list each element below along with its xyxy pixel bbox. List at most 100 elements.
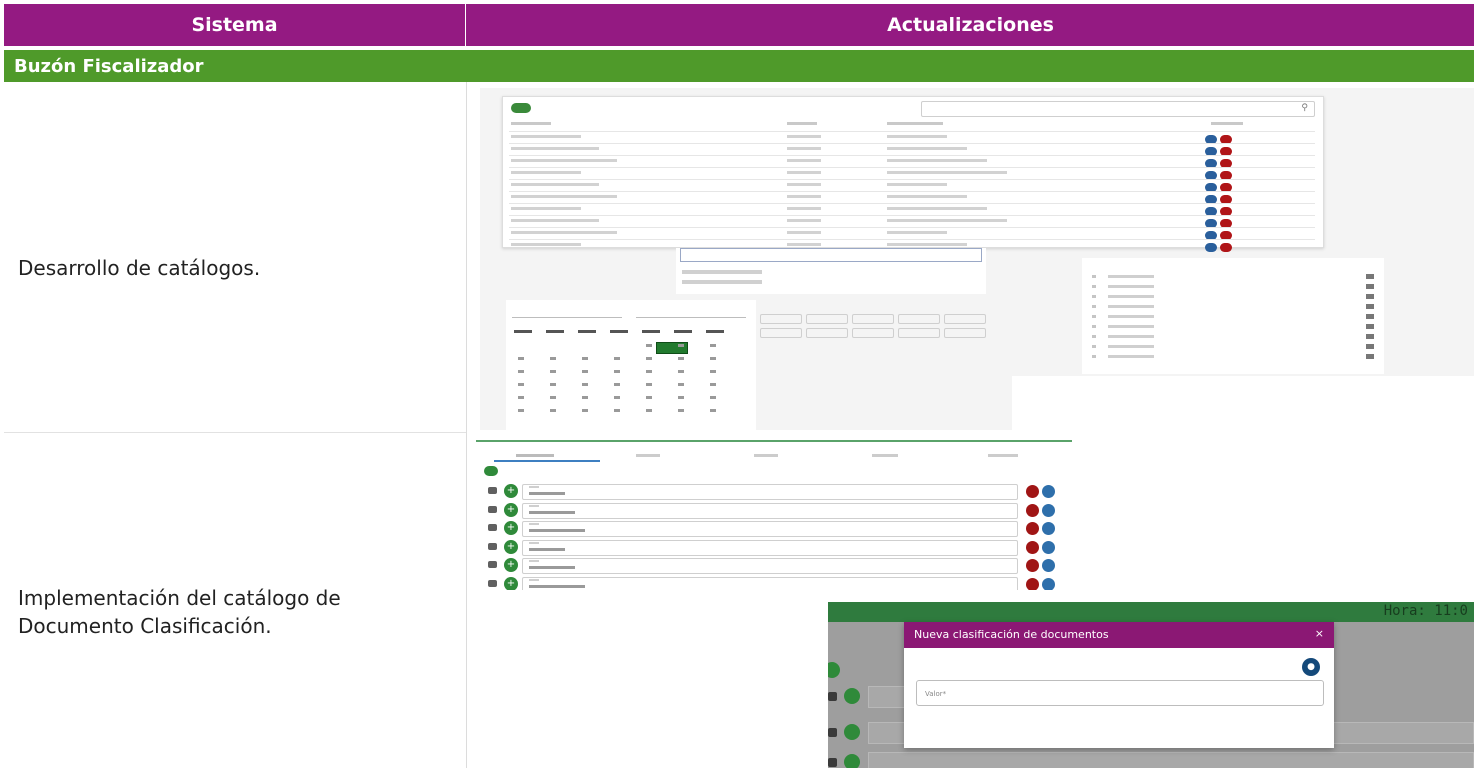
calendar-day[interactable]	[678, 383, 684, 386]
classification-field[interactable]	[522, 484, 1018, 500]
calendar-day[interactable]	[710, 396, 716, 399]
plus-icon[interactable]: +	[504, 502, 518, 517]
calendar-day[interactable]	[614, 396, 620, 399]
close-icon[interactable]	[1042, 485, 1055, 498]
plus-icon[interactable]: +	[504, 521, 518, 535]
calendar-day[interactable]	[614, 409, 620, 412]
classification-field[interactable]	[522, 539, 1018, 556]
calendar-day[interactable]	[582, 383, 588, 386]
tab-5[interactable]	[988, 454, 1018, 457]
close-icon[interactable]	[1042, 577, 1055, 590]
close-icon[interactable]	[1042, 503, 1055, 517]
calendar-day[interactable]	[646, 370, 652, 373]
calendar-day[interactable]	[646, 383, 652, 386]
calendar-day[interactable]	[518, 357, 524, 360]
date-chip[interactable]	[806, 314, 848, 324]
delete-icon[interactable]	[1366, 294, 1374, 299]
calendar-day[interactable]	[518, 383, 524, 386]
date-chip[interactable]	[898, 314, 940, 324]
delete-icon[interactable]	[1366, 354, 1374, 359]
calendar-day[interactable]	[646, 409, 652, 412]
calendar-day[interactable]	[710, 370, 716, 373]
delete-icon[interactable]	[1026, 522, 1039, 535]
plus-icon[interactable]: +	[504, 539, 518, 554]
calendar-day[interactable]	[582, 396, 588, 399]
calendar-day[interactable]	[550, 357, 556, 360]
delete-icon[interactable]	[1366, 314, 1374, 319]
calendar-day[interactable]	[678, 370, 684, 373]
calendar-day[interactable]	[678, 344, 684, 347]
drag-handle-icon[interactable]	[488, 542, 497, 550]
classification-field[interactable]	[522, 576, 1018, 590]
date-chip[interactable]	[944, 328, 986, 338]
tab-4[interactable]	[872, 454, 898, 457]
calendar-day[interactable]	[710, 357, 716, 360]
year-select[interactable]	[512, 302, 622, 318]
calendar-day[interactable]	[550, 370, 556, 373]
type-select[interactable]	[680, 248, 982, 262]
delete-icon[interactable]	[1220, 243, 1232, 252]
delete-icon[interactable]	[1026, 577, 1039, 590]
classification-field[interactable]	[522, 521, 1018, 537]
calendar-day[interactable]	[550, 396, 556, 399]
calendar-day[interactable]	[678, 396, 684, 399]
close-icon[interactable]	[1042, 559, 1055, 572]
calendar-day[interactable]	[550, 383, 556, 386]
date-chip[interactable]	[852, 328, 894, 338]
plus-icon[interactable]: +	[504, 484, 518, 498]
date-chip[interactable]	[944, 314, 986, 324]
drag-handle-icon[interactable]	[488, 579, 497, 587]
calendar-day[interactable]	[710, 409, 716, 412]
tab-2[interactable]	[636, 454, 660, 457]
delete-icon[interactable]	[1026, 540, 1039, 554]
delete-icon[interactable]	[1026, 485, 1039, 498]
calendar-day[interactable]	[614, 383, 620, 386]
calendar-day[interactable]	[614, 357, 620, 360]
delete-icon[interactable]	[1366, 284, 1374, 289]
date-chip[interactable]	[760, 328, 802, 338]
calendar-day[interactable]	[582, 357, 588, 360]
calendar-day[interactable]	[646, 357, 652, 360]
add-button[interactable]	[484, 466, 498, 476]
date-chip[interactable]	[806, 328, 848, 338]
tab-1[interactable]	[516, 454, 554, 457]
calendar-day[interactable]	[710, 383, 716, 386]
classification-field[interactable]	[522, 502, 1018, 519]
close-icon[interactable]	[1042, 540, 1055, 554]
date-chip[interactable]	[852, 314, 894, 324]
delete-icon[interactable]	[1366, 304, 1374, 309]
picker-item[interactable]	[682, 270, 762, 274]
calendar-day[interactable]	[710, 344, 716, 347]
add-button[interactable]	[511, 103, 531, 113]
classification-field[interactable]	[522, 558, 1018, 574]
date-chip[interactable]	[898, 328, 940, 338]
save-icon[interactable]: ●	[1302, 658, 1320, 676]
month-select[interactable]	[636, 302, 746, 318]
drag-handle-icon[interactable]	[488, 505, 497, 513]
delete-icon[interactable]	[1026, 559, 1039, 572]
calendar-day[interactable]	[582, 370, 588, 373]
plus-icon[interactable]: +	[504, 576, 518, 590]
calendar-day[interactable]	[678, 409, 684, 412]
delete-icon[interactable]	[1366, 274, 1374, 279]
calendar-day[interactable]	[582, 409, 588, 412]
calendar-day[interactable]	[518, 409, 524, 412]
close-icon[interactable]	[1042, 522, 1055, 535]
search-input[interactable]: ⚲	[921, 101, 1315, 117]
delete-icon[interactable]	[1026, 503, 1039, 517]
plus-icon[interactable]: +	[504, 558, 518, 572]
drag-handle-icon[interactable]	[488, 487, 497, 494]
calendar-day[interactable]	[614, 370, 620, 373]
tab-3[interactable]	[754, 454, 778, 457]
date-chip[interactable]	[760, 314, 802, 324]
delete-icon[interactable]	[1366, 324, 1374, 329]
delete-icon[interactable]	[1366, 334, 1374, 339]
calendar-day[interactable]	[550, 409, 556, 412]
drag-handle-icon[interactable]	[488, 524, 497, 531]
valor-input[interactable]: Valor*	[916, 680, 1324, 706]
drag-handle-icon[interactable]	[488, 561, 497, 568]
delete-icon[interactable]	[1366, 344, 1374, 349]
calendar-day[interactable]	[646, 396, 652, 399]
calendar-day[interactable]	[518, 396, 524, 399]
calendar-day[interactable]	[646, 344, 652, 347]
